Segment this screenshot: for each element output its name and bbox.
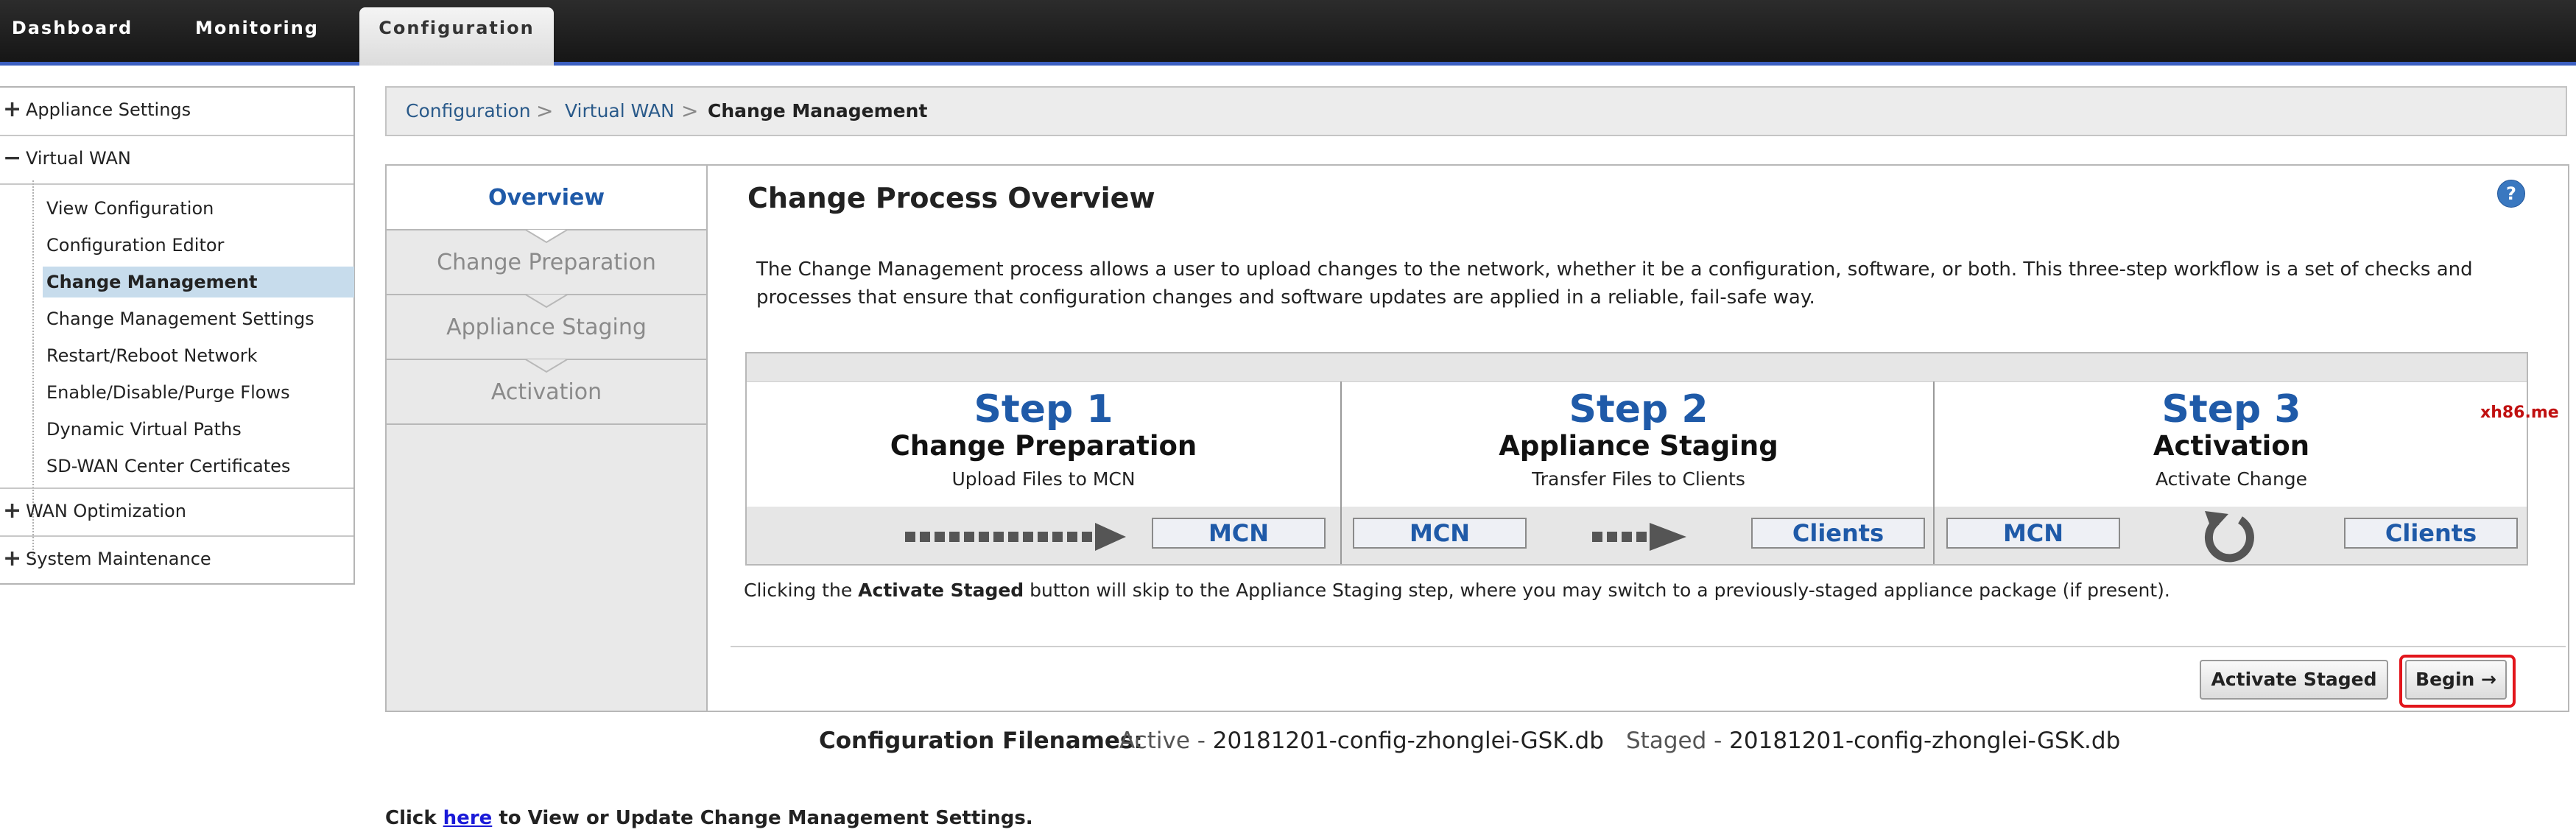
active-file: 20181201-config-zhonglei-GSK.db — [1212, 728, 1604, 754]
collapse-icon: − — [3, 145, 22, 171]
help-icon[interactable]: ? — [2497, 180, 2525, 208]
step-name: Change Preparation — [890, 430, 1197, 462]
sidebar-group-appliance-settings[interactable]: + Appliance Settings — [0, 88, 353, 132]
diagram-step-1: Step 1 Change Preparation Upload Files t… — [747, 381, 1340, 507]
breadcrumb-current: Change Management — [708, 100, 928, 122]
sidebar-divider — [0, 183, 353, 185]
sidebar: + Appliance Settings − Virtual WAN View … — [0, 86, 355, 585]
staged-prefix: Staged - — [1626, 728, 1730, 754]
overview-description: The Change Management process allows a u… — [756, 258, 2473, 309]
section-title: Change Process Overview — [747, 182, 1155, 214]
sidebar-item-dynamic-virtual-paths[interactable]: Dynamic Virtual Paths — [43, 414, 354, 445]
step-number: Step 1 — [974, 387, 1113, 432]
activate-staged-note: Clicking the Activate Staged button will… — [744, 580, 2170, 601]
wizard-step-change-preparation[interactable]: Change Preparation — [387, 230, 706, 295]
process-diagram: Step 1 Change Preparation Upload Files t… — [745, 352, 2528, 566]
dashed-arrow-icon — [905, 523, 1126, 551]
staged-file: 20181201-config-zhonglei-GSK.db — [1729, 728, 2121, 754]
step-name: Activation — [2153, 430, 2310, 462]
step-subtitle: Transfer Files to Clients — [1532, 468, 1745, 490]
settings-footer: Click here to View or Update Change Mana… — [385, 807, 1033, 829]
watermark: xh86.me — [2480, 404, 2559, 422]
wizard-step-appliance-staging[interactable]: Appliance Staging — [387, 295, 706, 360]
filenames-label: Configuration Filenames: — [819, 728, 1143, 754]
expand-icon: + — [3, 498, 22, 524]
step-subtitle: Upload Files to MCN — [951, 468, 1136, 490]
breadcrumb-virtual-wan[interactable]: Virtual WAN — [565, 88, 675, 135]
wizard-step-activation[interactable]: Activation — [387, 360, 706, 425]
sidebar-item-configuration-editor[interactable]: Configuration Editor — [43, 230, 354, 261]
sidebar-item-view-configuration[interactable]: View Configuration — [43, 193, 354, 224]
sidebar-group-label: Virtual WAN — [26, 148, 131, 169]
wizard-step-overview[interactable]: Overview — [387, 166, 706, 230]
panel-divider — [731, 646, 2566, 647]
step-number: Step 3 — [2161, 387, 2301, 432]
configuration-filenames-label: Configuration Filenames: — [819, 728, 1143, 754]
refresh-icon — [2204, 511, 2254, 563]
mcn-box: MCN — [1152, 518, 1326, 549]
note-text: button will skip to the Appliance Stagin… — [1024, 580, 2170, 601]
tab-configuration[interactable]: Configuration — [359, 7, 554, 66]
expand-icon: + — [3, 546, 22, 571]
step-name: Appliance Staging — [1499, 430, 1778, 462]
staged-filename: Staged - 20181201-config-zhonglei-GSK.db — [1626, 728, 2120, 754]
step-subtitle: Activate Change — [2155, 468, 2308, 490]
sidebar-group-label: WAN Optimization — [26, 501, 186, 521]
footer-text: Click — [385, 807, 443, 829]
sidebar-item-change-management[interactable]: Change Management — [43, 267, 354, 297]
diagram-step-3: Step 3 Activation Activate Change — [1935, 381, 2528, 507]
sidebar-item-restart-reboot-network[interactable]: Restart/Reboot Network — [43, 340, 354, 371]
active-prefix: Active - — [1119, 728, 1213, 754]
begin-button[interactable]: Begin → — [2405, 660, 2507, 700]
breadcrumb-separator: > — [681, 99, 699, 123]
wizard-steps-nav: Overview Change Preparation Appliance St… — [387, 166, 708, 711]
sidebar-item-change-management-settings[interactable]: Change Management Settings — [43, 303, 354, 334]
tab-dashboard[interactable]: Dashboard — [0, 0, 144, 57]
activate-staged-button[interactable]: Activate Staged — [2200, 660, 2388, 700]
tab-monitoring[interactable]: Monitoring — [175, 0, 339, 57]
active-filename: Active - 20181201-config-zhonglei-GSK.db — [1119, 728, 1604, 754]
breadcrumb: Configuration > Virtual WAN > Change Man… — [385, 86, 2567, 136]
sidebar-group-virtual-wan[interactable]: − Virtual WAN — [0, 136, 353, 180]
clients-box: Clients — [1751, 518, 1925, 549]
sidebar-group-system-maintenance[interactable]: + System Maintenance — [0, 537, 353, 581]
sidebar-group-wan-optimization[interactable]: + WAN Optimization — [0, 489, 353, 533]
mcn-box: MCN — [1946, 518, 2120, 549]
sidebar-group-label: Appliance Settings — [26, 99, 191, 120]
settings-here-link[interactable]: here — [443, 807, 493, 829]
note-bold: Activate Staged — [858, 580, 1024, 601]
dashed-arrow-icon — [1592, 523, 1686, 551]
diagram-step-2: Step 2 Appliance Staging Transfer Files … — [1342, 381, 1935, 507]
breadcrumb-configuration[interactable]: Configuration — [406, 88, 531, 135]
top-nav-bar: Dashboard Monitoring Configuration — [0, 0, 2576, 66]
mcn-box: MCN — [1353, 518, 1527, 549]
clients-box: Clients — [2344, 518, 2518, 549]
breadcrumb-separator: > — [536, 99, 554, 123]
diagram-header-band — [747, 353, 2527, 382]
sidebar-item-sd-wan-center-certificates[interactable]: SD-WAN Center Certificates — [43, 451, 354, 482]
step-number: Step 2 — [1569, 387, 1708, 432]
change-management-panel: Overview Change Preparation Appliance St… — [385, 164, 2569, 712]
footer-text: to View or Update Change Management Sett… — [492, 807, 1033, 829]
expand-icon: + — [3, 96, 22, 122]
sidebar-item-enable-disable-purge-flows[interactable]: Enable/Disable/Purge Flows — [43, 377, 354, 408]
sidebar-group-label: System Maintenance — [26, 549, 211, 569]
note-text: Clicking the — [744, 580, 859, 601]
